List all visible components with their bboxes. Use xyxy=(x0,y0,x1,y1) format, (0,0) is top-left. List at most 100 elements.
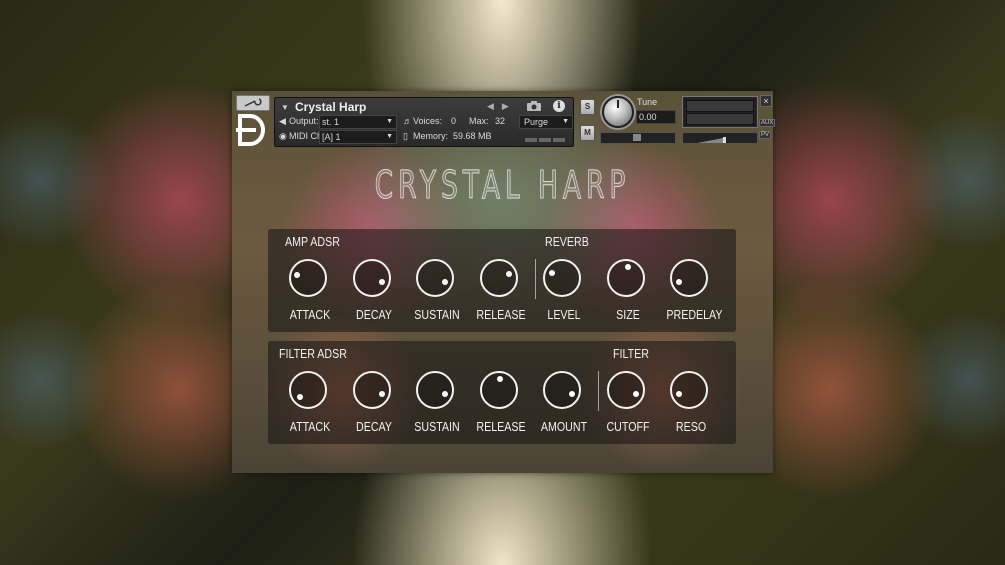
knob-indicator-dot xyxy=(378,279,385,286)
info-icon[interactable]: i xyxy=(553,100,565,112)
aux-button[interactable]: AUX xyxy=(759,119,776,127)
filter-cutoff-control: CUTOFF xyxy=(598,371,658,443)
amp-attack-control: ATTACK xyxy=(280,259,340,331)
filter-amount-control: AMOUNT xyxy=(534,371,594,443)
memory-icon: ▯ xyxy=(403,131,408,141)
filter-label: FILTER xyxy=(613,346,649,361)
amp-predelay-label: PREDELAY xyxy=(666,307,723,322)
output-label: Output: xyxy=(289,116,319,126)
knob-indicator-dot xyxy=(632,391,639,398)
amp-decay-label: DECAY xyxy=(355,307,392,322)
filter-adsr-label: FILTER ADSR xyxy=(279,346,347,361)
purge-label: Purge xyxy=(524,117,549,127)
amp-sustain-label: SUSTAIN xyxy=(414,307,460,322)
knob-indicator-dot xyxy=(505,270,512,277)
close-button[interactable]: × xyxy=(760,95,772,107)
memory-label: Memory: xyxy=(413,131,449,141)
filter-decay-knob[interactable] xyxy=(352,371,391,409)
filter-amount-knob[interactable] xyxy=(543,371,581,409)
knob-indicator-dot xyxy=(294,272,301,279)
amp-release-control: RELEASE xyxy=(471,259,531,331)
knob-indicator-dot xyxy=(442,279,449,286)
output-level-meter xyxy=(682,96,758,128)
filter-release-label: RELEASE xyxy=(475,419,526,434)
amp-sustain-knob[interactable] xyxy=(416,259,454,297)
max-label: Max: xyxy=(469,116,489,126)
wrench-icon[interactable] xyxy=(236,95,270,111)
amp-level-control: LEVEL xyxy=(534,259,594,331)
output-value: st. 1 xyxy=(322,117,340,127)
amp-size-label: SIZE xyxy=(615,307,640,322)
instrument-nav-arrows-icon[interactable]: ◀▶ xyxy=(487,101,517,112)
filter-decay-label: DECAY xyxy=(355,419,392,434)
filter-cutoff-label: CUTOFF xyxy=(605,419,650,434)
voices-value: 0 xyxy=(451,116,457,126)
collapse-arrow-icon[interactable]: ▼ xyxy=(281,103,289,112)
output-arrow-icon: ◀ xyxy=(279,116,286,126)
memory-value: 59.68 MB xyxy=(453,131,492,141)
midi-dropdown-icon: ▼ xyxy=(386,133,393,140)
knob-indicator-dot xyxy=(675,279,682,286)
knob-indicator-dot xyxy=(442,391,449,398)
volume-slider[interactable] xyxy=(682,132,758,144)
purge-menu[interactable]: Purge ▼ xyxy=(519,115,573,129)
filter-attack-control: ATTACK xyxy=(280,371,340,443)
filter-reso-control: RESO xyxy=(661,371,721,443)
solo-button[interactable]: S xyxy=(580,99,595,115)
tune-value[interactable]: 0.00 xyxy=(636,110,676,124)
kontakt-logo-icon xyxy=(234,113,270,147)
filter-cutoff-knob[interactable] xyxy=(606,371,645,409)
knob-indicator-dot xyxy=(569,391,576,398)
midi-icon: ◉ xyxy=(279,131,287,141)
camera-icon[interactable] xyxy=(527,101,541,111)
filter-sustain-label: SUSTAIN xyxy=(414,419,460,434)
knob-indicator-dot xyxy=(675,391,682,398)
amp-decay-control: DECAY xyxy=(344,259,404,331)
amp-decay-knob[interactable] xyxy=(352,259,391,297)
filter-attack-knob[interactable] xyxy=(289,371,327,409)
instrument-header-panel: ▼ Crystal Harp ◀▶ i ◀ Output: st. 1 ▼ ♬ … xyxy=(274,97,574,147)
output-select[interactable]: st. 1 ▼ xyxy=(319,115,397,129)
amp-release-knob[interactable] xyxy=(479,259,518,297)
voices-icon: ♬ xyxy=(403,116,412,126)
amp-attack-label: ATTACK xyxy=(289,307,331,322)
cpu-meters xyxy=(525,134,567,142)
kontakt-instrument-window: ▼ Crystal Harp ◀▶ i ◀ Output: st. 1 ▼ ♬ … xyxy=(232,91,776,473)
voices-label: Voices: xyxy=(413,116,443,126)
amp-predelay-knob[interactable] xyxy=(670,259,708,297)
knob-indicator-dot xyxy=(378,391,385,398)
knob-indicator-dot xyxy=(625,264,632,271)
amp-predelay-control: PREDELAY xyxy=(661,259,723,331)
tune-label: Tune xyxy=(637,97,658,107)
reverb-label: REVERB xyxy=(545,234,589,249)
purge-dropdown-icon: ▼ xyxy=(562,118,569,125)
midi-channel-select[interactable]: [A] 1 ▼ xyxy=(319,130,397,144)
midi-value: [A] 1 xyxy=(322,132,341,142)
amp-sustain-control: SUSTAIN xyxy=(407,259,467,331)
filter-reso-label: RESO xyxy=(675,419,707,434)
instrument-title: CRYSTAL HARP xyxy=(374,163,631,208)
amp-level-label: LEVEL xyxy=(547,307,581,322)
instrument-name[interactable]: Crystal Harp xyxy=(295,100,366,114)
filter-section: FILTER ADSR FILTER ATTACK DECAY SUSTAIN REL… xyxy=(268,341,736,444)
filter-sustain-knob[interactable] xyxy=(416,371,454,409)
tune-knob[interactable] xyxy=(602,96,634,128)
knob-indicator-dot xyxy=(496,376,503,383)
amp-level-knob[interactable] xyxy=(543,259,581,297)
mute-button[interactable]: M xyxy=(580,125,595,141)
amp-release-label: RELEASE xyxy=(475,307,526,322)
amp-attack-knob[interactable] xyxy=(289,259,327,297)
filter-reso-knob[interactable] xyxy=(670,371,708,409)
amp-reverb-section: AMP ADSR REVERB ATTACK DECAY SUSTAIN RELEAS… xyxy=(268,229,736,332)
amp-adsr-label: AMP ADSR xyxy=(285,234,340,249)
pan-slider[interactable] xyxy=(600,132,676,144)
filter-attack-label: ATTACK xyxy=(289,419,331,434)
pv-button[interactable]: PV xyxy=(759,131,772,139)
filter-sustain-control: SUSTAIN xyxy=(407,371,467,443)
amp-size-knob[interactable] xyxy=(606,259,645,297)
filter-release-knob[interactable] xyxy=(479,371,518,409)
filter-amount-label: AMOUNT xyxy=(540,419,588,434)
filter-release-control: RELEASE xyxy=(471,371,531,443)
knob-indicator-dot xyxy=(296,394,303,401)
max-voices-value[interactable]: 32 xyxy=(495,115,505,127)
